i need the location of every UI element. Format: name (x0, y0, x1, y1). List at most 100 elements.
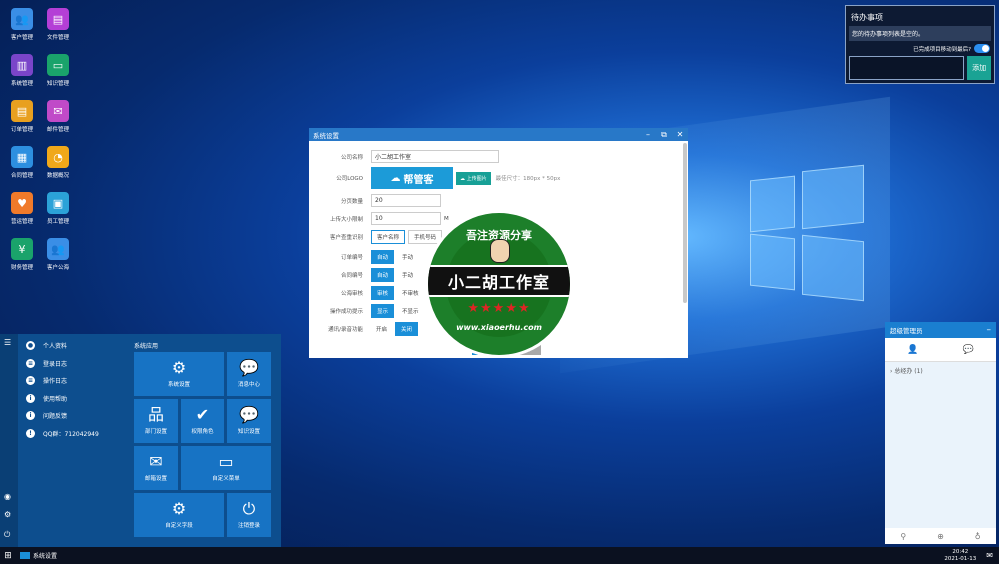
dialog-scrollbar[interactable] (683, 143, 687, 303)
start-menu-rail: ☰ ◉ ⚙ ⏻ (0, 334, 18, 547)
chat-tab-icon[interactable]: 💬 (941, 345, 997, 355)
sound-on[interactable]: 开启 (371, 323, 392, 335)
close-icon[interactable]: ✕ (672, 130, 688, 140)
desktop-icon[interactable]: ▣ 员工管理 (36, 192, 80, 225)
taskbar: ⊞ 系统设置 20:42 2021-01-13 ✉ (0, 547, 999, 564)
taskbar-clock[interactable]: 20:42 2021-01-13 (944, 549, 976, 563)
todo-auto-move-toggle[interactable] (974, 44, 990, 53)
app-badge-icon (20, 552, 30, 559)
notification-icon[interactable]: ✉ (986, 551, 993, 560)
users-icon: 👥 (47, 238, 69, 260)
minimize-icon[interactable]: – (987, 325, 992, 335)
desktop-icon[interactable]: ✉ 邮件管理 (36, 100, 80, 133)
watermark-stamp: 吾注资源分享 小二胡工作室 ★★★★★ www.xiaoerhu.com (425, 210, 573, 358)
book-icon: ▥ (11, 54, 33, 76)
order-no-auto[interactable]: 自动 (371, 250, 395, 264)
start-menu-item[interactable]: i 使用帮助 (26, 393, 67, 403)
desktop-icon[interactable]: ▤ 文件管理 (36, 8, 80, 41)
app-tile[interactable]: ▭ 自定义菜单 (181, 446, 271, 490)
desktop-icon-label: 客户公海 (46, 265, 69, 271)
desktop-icon[interactable]: ◔ 数据概况 (36, 146, 80, 179)
search-icon[interactable]: ⚲ (900, 532, 906, 541)
tile-icon: ✔ (195, 405, 210, 424)
order-no-label: 订单编号 (340, 255, 363, 261)
tile-icon: ⚙ (171, 499, 187, 518)
desktop-icon-label: 邮件管理 (46, 127, 69, 133)
desktop-icon-label: 员工管理 (46, 219, 69, 225)
desktop-icon[interactable]: ▭ 知识管理 (36, 54, 80, 87)
tile-icon: 💬 (239, 358, 259, 377)
start-menu-item-label: 操作日志 (43, 378, 68, 385)
app-tile[interactable]: 💬 消息中心 (227, 352, 271, 396)
admin-group-count: (1) (914, 368, 923, 375)
alert-icon: ! (26, 428, 35, 438)
sound-off[interactable]: 关闭 (395, 322, 419, 336)
sea-review-on[interactable]: 审核 (371, 286, 395, 300)
upload-icon: ☁ (460, 175, 467, 182)
todo-add-button[interactable]: 添加 (967, 56, 991, 80)
mail-icon: ✉ (47, 100, 69, 122)
wallpaper-pane (802, 234, 864, 302)
page-size-label: 分页数量 (340, 198, 363, 205)
maximize-icon[interactable]: ⧉ (656, 130, 672, 140)
power-icon[interactable]: ⏻ (4, 530, 10, 540)
start-menu-item[interactable]: ≡ 登录日志 (26, 358, 67, 368)
company-name-row: 公司名称 小二胡工作室 (309, 150, 499, 163)
upload-limit-label: 上传大小限制 (329, 216, 363, 223)
todo-empty-text: 您的待办事项列表是空的。 (849, 26, 991, 41)
app-tile[interactable]: 💬 知识设置 (227, 399, 271, 443)
minimize-icon[interactable]: – (640, 130, 656, 140)
gear-icon[interactable]: ⚙ (4, 510, 11, 519)
sea-review-off[interactable]: 不审核 (397, 287, 424, 299)
app-tile[interactable]: ✉ 邮箱设置 (134, 446, 178, 490)
dedup-option-name[interactable]: 客户名称 (371, 230, 406, 244)
clock-date: 2021-01-13 (944, 555, 977, 562)
money-icon: ¥ (11, 238, 33, 260)
company-name-input[interactable]: 小二胡工作室 (371, 150, 499, 163)
taskbar-app[interactable]: 系统设置 (20, 551, 57, 560)
list-icon: ≡ (26, 376, 35, 385)
app-tile[interactable]: 品部门设置 (134, 399, 178, 443)
app-tile[interactable]: ⚙ 自定义字段 (134, 493, 224, 537)
user-icon: ● (26, 341, 35, 350)
admin-header: 超级管理员 – (885, 322, 996, 338)
tile-label: 知识设置 (237, 429, 260, 435)
add-icon[interactable]: ⊕ (937, 532, 944, 541)
contract-no-auto[interactable]: 自动 (371, 268, 395, 282)
admin-panel: 超级管理员 – 👤 💬 › 总经办 (1) ⚲ ⊕ ♁ (885, 322, 996, 544)
info-icon: i (26, 393, 35, 403)
tile-icon: ✉ (149, 452, 163, 471)
shirt-icon[interactable]: ♁ (975, 532, 981, 541)
start-menu-item[interactable]: i 问题反馈 (26, 411, 67, 420)
order-no-manual[interactable]: 手动 (397, 251, 418, 263)
desktop-icon[interactable]: 👥 客户公海 (36, 238, 80, 271)
app-tile[interactable]: ⚙ 系统设置 (134, 352, 224, 396)
dedup-row: 客户查重识别 客户名称 手机号码 (309, 230, 445, 244)
success-tip-hide[interactable]: 不显示 (397, 305, 424, 317)
contract-no-manual[interactable]: 手动 (397, 269, 418, 281)
wallpaper-pane (750, 233, 795, 291)
start-menu-item[interactable]: ! QQ群：712042949 (26, 428, 99, 438)
todo-auto-move-label: 已完成项目移动到最后? (913, 46, 971, 53)
start-menu-item[interactable]: ● 个人资料 (26, 341, 67, 350)
app-tile[interactable]: ✔ 权限角色 (181, 399, 224, 443)
contacts-tab-icon[interactable]: 👤 (885, 345, 941, 355)
start-menu-item[interactable]: ≡ 操作日志 (26, 376, 67, 385)
contract-no-label: 合同编号 (340, 273, 363, 279)
admin-tabs: 👤 💬 (885, 338, 996, 362)
page-size-input[interactable]: 20 (371, 194, 441, 207)
success-tip-show[interactable]: 显示 (371, 304, 395, 318)
app-tile[interactable]: ⏻ 注销登录 (227, 493, 271, 537)
company-name-label: 公司名称 (340, 154, 363, 161)
dialog-titlebar: 系统设置 – ⧉ ✕ (309, 128, 688, 141)
windows-start-icon[interactable]: ⊞ (0, 551, 16, 561)
upload-limit-input[interactable]: 10 (371, 212, 441, 225)
upload-image-button[interactable]: ☁ 上传图片 (456, 171, 491, 185)
todo-input[interactable] (849, 56, 965, 80)
tile-label: 邮箱设置 (144, 476, 167, 482)
wallpaper-pane (802, 164, 864, 230)
hamburger-icon[interactable]: ☰ (4, 338, 11, 347)
sea-review-label: 公海审核 (340, 291, 363, 297)
user-icon[interactable]: ◉ (4, 492, 11, 501)
admin-group[interactable]: › 总经办 (1) (885, 362, 996, 379)
